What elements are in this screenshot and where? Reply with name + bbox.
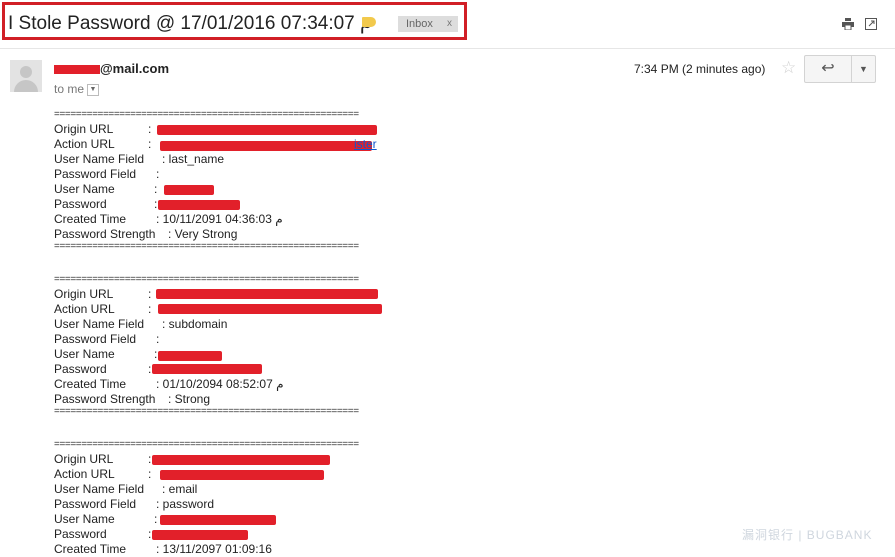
origin-url-row: Origin URL: (54, 287, 378, 302)
user-name-row: User Name: (54, 512, 276, 527)
sender-avatar (10, 60, 42, 92)
password-row: Password: (54, 197, 240, 212)
separator-line: ========================================… (54, 241, 359, 252)
password-strength-row: Password Strength: Strong (54, 392, 211, 406)
redacted-origin-url (152, 455, 330, 465)
subject-bar: I Stole Password @ 17/01/2016 07:34:07 م… (0, 0, 895, 49)
redacted-sender-name (54, 65, 100, 75)
origin-url-row: Origin URL: (54, 452, 330, 467)
created-time-row: Created Time: 01/10/2094 08:52:07 م (54, 377, 284, 391)
print-icon[interactable] (842, 18, 854, 31)
recipient-details-dropdown-icon[interactable]: ▼ (87, 83, 100, 96)
action-url-link[interactable]: ister (354, 137, 377, 152)
sender-address[interactable]: @mail.com (54, 61, 169, 76)
user-name-field-row: User Name Field: email (54, 482, 198, 496)
label-tag-icon[interactable] (362, 17, 376, 27)
user-name-row: User Name: (54, 347, 222, 362)
redacted-user-name (160, 515, 276, 525)
password-strength-row: Password Strength: Very Strong (54, 227, 238, 241)
inbox-label-text: Inbox (406, 18, 433, 30)
more-actions-button[interactable]: ▼ (851, 55, 876, 83)
redacted-action-url (158, 304, 382, 314)
recipient-line[interactable]: to me ▼ (54, 82, 100, 96)
action-url-row: Action URL: (54, 467, 324, 482)
password-field-row: Password Field: (54, 167, 160, 181)
password-field-row: Password Field: (54, 332, 160, 346)
redacted-action-url (160, 141, 372, 151)
action-url-row: Action URL: (54, 302, 382, 317)
user-name-field-row: User Name Field: subdomain (54, 317, 228, 331)
origin-url-row: Origin URL: (54, 122, 377, 137)
user-name-field-row: User Name Field: last_name (54, 152, 225, 166)
email-subject: I Stole Password @ 17/01/2016 07:34:07 م (8, 13, 372, 34)
redacted-action-url (160, 470, 324, 480)
password-field-row: Password Field: password (54, 497, 215, 511)
created-time-row: Created Time: 13/11/2097 01:09:16 (54, 542, 272, 556)
password-row: Password: (54, 527, 248, 542)
user-name-row: User Name: (54, 182, 214, 197)
redacted-password (158, 200, 240, 210)
reply-button[interactable]: ↩ (804, 55, 852, 83)
separator-line: ========================================… (54, 274, 359, 285)
separator-line: ========================================… (54, 109, 359, 120)
created-time-row: Created Time: 10/11/2091 04:36:03 م (54, 212, 283, 226)
separator-line: ========================================… (54, 439, 359, 450)
star-icon[interactable]: ☆ (781, 58, 796, 78)
action-url-row: Action URL: ister (54, 137, 377, 151)
message-timestamp: 7:34 PM (2 minutes ago) (634, 62, 766, 76)
redacted-origin-url (156, 289, 378, 299)
new-window-icon[interactable] (865, 18, 877, 30)
redacted-password (152, 364, 262, 374)
redacted-user-name (158, 351, 222, 361)
password-row: Password: (54, 362, 262, 377)
watermark-text: 漏洞银行 | BUGBANK (742, 528, 873, 542)
remove-label-icon[interactable]: x (447, 16, 452, 32)
redacted-user-name (164, 185, 214, 195)
inbox-label-chip[interactable]: Inbox x (398, 16, 458, 32)
redacted-password (152, 530, 248, 540)
redacted-origin-url (157, 125, 377, 135)
separator-line: ========================================… (54, 406, 359, 417)
